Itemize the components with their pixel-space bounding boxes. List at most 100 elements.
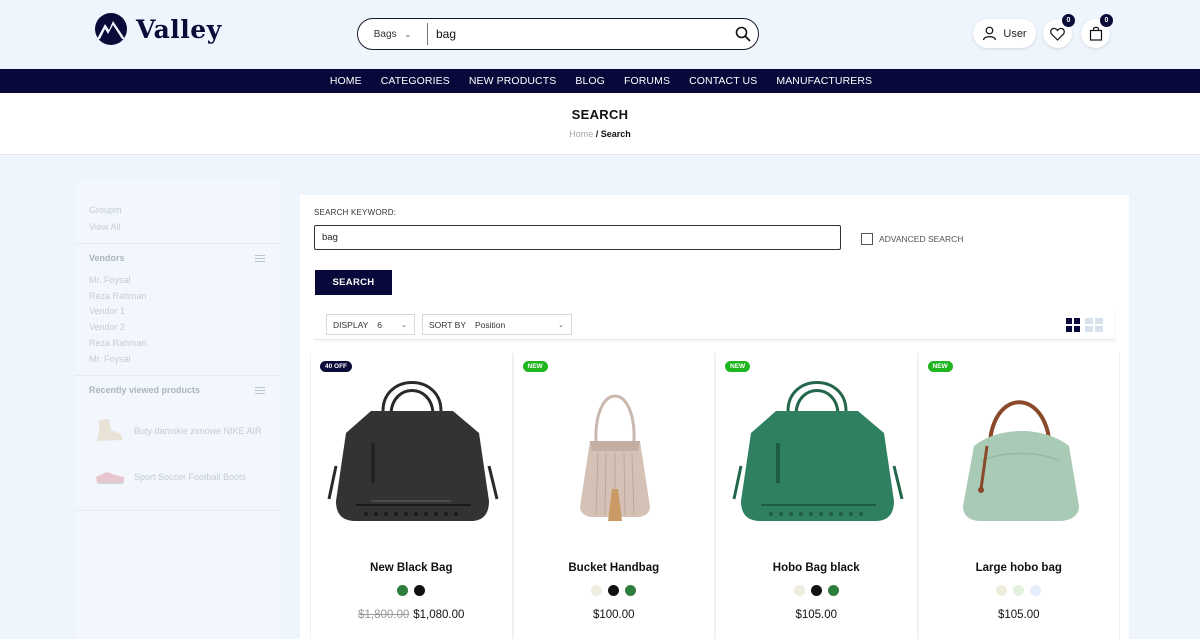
color-swatch-black[interactable] <box>608 585 620 596</box>
product-card[interactable]: NEW Large hobo bag $105.00 <box>917 353 1121 639</box>
vendors-heading: Vendors <box>89 253 125 263</box>
large-hobo-bag-image[interactable] <box>919 371 1121 531</box>
breadcrumb: Home / Search <box>0 129 1200 139</box>
product-card[interactable]: NEW Hobo Bag black $105.00 <box>715 353 918 639</box>
advanced-search-toggle[interactable]: ADVANCED SEARCH <box>861 233 963 245</box>
recent-product-link[interactable]: Buty damskie zimowe NIKE AIR <box>134 426 262 436</box>
advanced-search-checkbox[interactable] <box>861 233 873 245</box>
vendor-item[interactable]: Mr. Foysal <box>89 275 131 285</box>
product-name[interactable]: Large hobo bag <box>919 562 1120 574</box>
header-search-input[interactable]: bag <box>428 27 728 41</box>
color-swatch-mint[interactable] <box>1013 585 1025 596</box>
cart-count-badge: 0 <box>1100 14 1113 27</box>
color-swatch-green[interactable] <box>827 585 839 596</box>
vendor-item[interactable]: Reza Rahman <box>89 291 147 301</box>
green-hobo-bag-image[interactable] <box>716 371 918 531</box>
user-account-button[interactable]: User <box>973 19 1036 48</box>
color-swatch-light-blue[interactable] <box>1030 585 1042 596</box>
cart-button[interactable]: 0 <box>1081 14 1113 48</box>
sidebar-divider <box>75 243 281 244</box>
main-navigation: HOME CATEGORIES NEW PRODUCTS BLOG FORUMS… <box>0 69 1200 93</box>
color-swatch-green[interactable] <box>625 585 637 596</box>
heart-icon <box>1050 27 1065 41</box>
product-price: $100.00 <box>514 609 715 621</box>
header-search-bar: Bags ⌄ bag <box>357 18 759 50</box>
logo-text: Valley <box>136 14 222 44</box>
chevron-down-icon: ⌄ <box>404 29 412 39</box>
nav-categories[interactable]: CATEGORIES <box>381 75 450 87</box>
nav-home[interactable]: HOME <box>330 75 362 87</box>
color-swatches <box>716 585 917 596</box>
recent-product-link[interactable]: Sport Soccer Football Boots <box>134 472 246 482</box>
search-results-panel: SEARCH KEYWORD: bag ADVANCED SEARCH SEAR… <box>300 195 1129 639</box>
search-category-select[interactable]: Bags ⌄ <box>358 23 428 45</box>
wishlist-count-badge: 0 <box>1062 14 1075 27</box>
vendor-item[interactable]: Vendor 1 <box>89 306 125 316</box>
user-label: User <box>1003 27 1027 40</box>
nav-new-products[interactable]: NEW PRODUCTS <box>469 75 557 87</box>
search-icon[interactable] <box>728 26 758 42</box>
product-price: $1,800.00 $1,080.00 <box>311 609 512 621</box>
color-swatch-black[interactable] <box>810 585 822 596</box>
nav-manufacturers[interactable]: MANUFACTURERS <box>776 75 872 87</box>
recently-viewed-menu-icon[interactable] <box>255 387 265 396</box>
chevron-down-icon: ⌄ <box>401 321 407 329</box>
list-view-icon[interactable] <box>1085 318 1103 332</box>
breadcrumb-home[interactable]: Home <box>569 129 593 139</box>
vendor-item[interactable]: Reza Rahman <box>89 338 147 348</box>
black-tote-bag-image[interactable] <box>311 371 513 531</box>
sidebar-view-all[interactable]: View All <box>89 222 120 232</box>
nav-blog[interactable]: BLOG <box>575 75 605 87</box>
search-button[interactable]: SEARCH <box>315 270 392 295</box>
sort-label: SORT BY <box>429 319 467 330</box>
display-count-select[interactable]: DISPLAY 6 ⌄ <box>326 314 415 335</box>
color-swatch-black[interactable] <box>414 585 426 596</box>
user-icon <box>983 26 997 41</box>
bucket-handbag-image[interactable] <box>514 371 716 531</box>
color-swatches <box>514 585 715 596</box>
football-boots-thumbnail[interactable] <box>93 463 127 491</box>
search-keyword-input[interactable]: bag <box>314 225 841 250</box>
results-toolbar: DISPLAY 6 ⌄ SORT BY Position ⌄ <box>314 310 1114 340</box>
sort-value: Position <box>475 319 506 330</box>
color-swatch-cream[interactable] <box>793 585 805 596</box>
product-grid: 40 OFF New Black Bag $1,800.00$1,080.00 <box>310 353 1120 639</box>
product-price: $105.00 <box>716 609 917 621</box>
product-card[interactable]: 40 OFF New Black Bag $1,800.00 $1,080.00 <box>310 353 513 639</box>
product-name[interactable]: Bucket Handbag <box>514 562 715 574</box>
shopping-bag-icon <box>1089 26 1102 41</box>
page-title-band: SEARCH Home / Search <box>0 93 1200 155</box>
current-price: $105.00 <box>997 609 1040 621</box>
breadcrumb-current: Search <box>600 129 631 139</box>
color-swatches <box>919 585 1120 596</box>
nav-contact-us[interactable]: CONTACT US <box>689 75 757 87</box>
advanced-search-label: ADVANCED SEARCH <box>879 234 964 244</box>
vendor-item[interactable]: Mr. Foysal <box>89 354 131 364</box>
display-label: DISPLAY <box>333 319 369 330</box>
sort-by-select[interactable]: SORT BY Position ⌄ <box>422 314 572 335</box>
product-name[interactable]: Hobo Bag black <box>716 562 917 574</box>
sidebar-category-item[interactable]: Groupm <box>89 205 122 215</box>
display-value: 6 <box>377 319 383 330</box>
current-price: $105.00 <box>795 609 838 621</box>
grid-view-icon[interactable] <box>1066 318 1080 332</box>
sidebar-divider <box>75 375 281 376</box>
product-price: $105.00 <box>919 609 1120 621</box>
vendor-item[interactable]: Vendor 2 <box>89 322 125 332</box>
nav-forums[interactable]: FORUMS <box>624 75 670 87</box>
current-price: $100.00 <box>592 609 635 621</box>
logo[interactable]: Valley <box>92 12 222 46</box>
current-price: $1,080.00 <box>413 609 465 621</box>
color-swatch-green[interactable] <box>397 585 409 596</box>
product-name[interactable]: New Black Bag <box>311 562 512 574</box>
product-card[interactable]: NEW Bucket Handbag $100.00 <box>512 353 716 639</box>
color-swatch-cream[interactable] <box>591 585 603 596</box>
wishlist-button[interactable]: 0 <box>1043 14 1075 48</box>
breadcrumb-separator: / <box>595 129 599 139</box>
vendors-menu-icon[interactable] <box>255 255 265 264</box>
color-swatches <box>311 585 512 596</box>
sidebar: Groupm View All Vendors Mr. Foysal Reza … <box>75 180 281 639</box>
chevron-down-icon: ⌄ <box>558 321 564 329</box>
boots-thumbnail[interactable] <box>93 416 127 444</box>
color-swatch-cream[interactable] <box>996 585 1008 596</box>
